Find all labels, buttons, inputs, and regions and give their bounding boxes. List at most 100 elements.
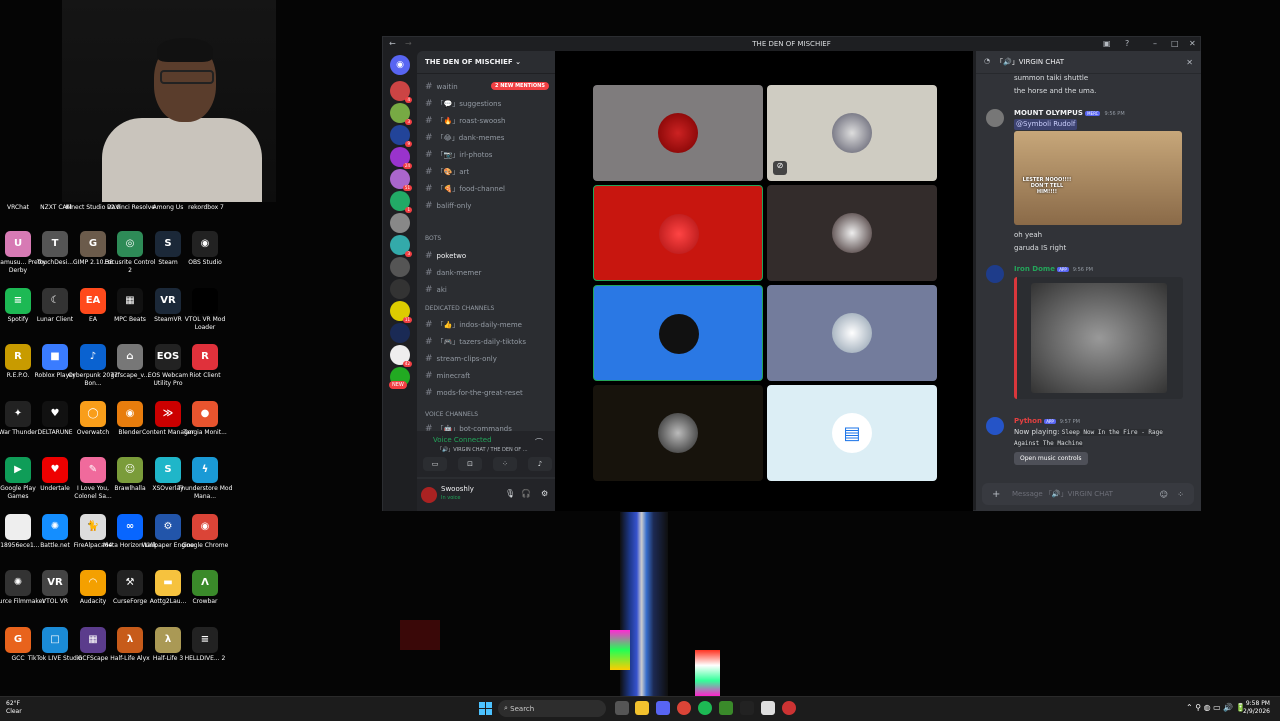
- discord-home-icon[interactable]: ◉: [390, 55, 410, 75]
- participant-tile[interactable]: [767, 285, 937, 381]
- channel-item[interactable]: # 「🍕」food-channel: [425, 184, 505, 194]
- channel-category[interactable]: DEDICATED CHANNELS: [425, 305, 494, 312]
- minimize-button[interactable]: –: [1153, 39, 1157, 48]
- desktop-icon[interactable]: ◉ Google Chrome: [177, 513, 233, 550]
- file-explorer-icon[interactable]: [635, 701, 649, 715]
- maximize-button[interactable]: □: [1171, 39, 1179, 48]
- channel-item[interactable]: # mods-for-the-great-reset: [425, 388, 523, 398]
- desktop-icon[interactable]: Λ Crowbar: [177, 570, 233, 606]
- help-icon[interactable]: ?: [1125, 39, 1129, 48]
- app-taskbar-icon[interactable]: [782, 701, 796, 715]
- headphones-icon[interactable]: 🎧: [521, 489, 531, 498]
- inbox-icon[interactable]: ▣: [1103, 39, 1111, 48]
- desktop-icon-rekordbox[interactable]: rekordbox 7: [178, 204, 234, 212]
- channel-item[interactable]: # minecraft: [425, 371, 470, 381]
- hash-icon: #: [425, 251, 433, 261]
- channel-item[interactable]: # 「👍」indos-daily-meme: [425, 320, 522, 330]
- participant-tile[interactable]: ▤: [767, 385, 937, 481]
- activities-button[interactable]: ⁘: [493, 457, 517, 471]
- server-icon[interactable]: 42: [390, 345, 412, 367]
- start-button[interactable]: [479, 702, 492, 715]
- server-icon[interactable]: [390, 257, 410, 277]
- participant-tile[interactable]: [767, 185, 937, 281]
- server-icon[interactable]: 24: [390, 147, 412, 169]
- server-icon[interactable]: 3: [390, 235, 412, 257]
- app-icon: ◉: [192, 231, 218, 257]
- voice-location[interactable]: 「🔊」VIRGIN CHAT / THE DEN OF ...: [437, 446, 528, 453]
- channel-item[interactable]: # waitin: [425, 82, 458, 92]
- avatar[interactable]: [986, 265, 1004, 283]
- discord-taskbar-icon[interactable]: [656, 701, 670, 715]
- desktop-icon[interactable]: ● Tangia Monit...: [177, 400, 233, 437]
- app-icon: ●: [192, 400, 218, 427]
- desktop-icon[interactable]: ϟ Thunderstore Mod Mana...: [177, 457, 233, 501]
- message-text: the horse and the uma.: [1014, 87, 1097, 95]
- settings-gear-icon[interactable]: ⚙: [541, 489, 548, 498]
- chrome-taskbar-icon[interactable]: [677, 701, 691, 715]
- server-icon[interactable]: [390, 213, 410, 233]
- desktop-icon[interactable]: VTOL VR Mod Loader: [177, 287, 233, 332]
- channel-category[interactable]: Voice Channels: [425, 411, 478, 418]
- participant-tile[interactable]: [593, 85, 763, 181]
- channel-item[interactable]: # dank-memer: [425, 268, 481, 278]
- channel-item[interactable]: # 「🎮」tazers-daily-tiktoks: [425, 337, 526, 347]
- add-attachment-icon[interactable]: +: [992, 489, 1000, 500]
- channel-item[interactable]: # 「😂」dank-memes: [425, 133, 504, 143]
- soundboard-button[interactable]: ♪: [528, 457, 552, 471]
- embed-image[interactable]: [1031, 283, 1167, 393]
- server-icon[interactable]: 4: [390, 81, 412, 103]
- avatar[interactable]: [986, 109, 1004, 127]
- desktop-icon[interactable]: ◉ OBS Studio: [177, 231, 233, 267]
- participant-tile[interactable]: [593, 385, 763, 481]
- message-input[interactable]: + Message 「🔊」VIRGIN CHAT ☺ ⁘: [982, 483, 1194, 505]
- search-box[interactable]: ⌕ Search: [498, 700, 606, 717]
- task-view-icon[interactable]: [615, 701, 629, 715]
- system-tray[interactable]: ⌃ ⚲ ◍ ▭ 🔊 🔋: [1186, 703, 1246, 712]
- hash-icon: #: [425, 320, 433, 330]
- server-icon[interactable]: 3: [390, 103, 412, 125]
- channel-item[interactable]: # 「💬」suggestions: [425, 99, 501, 109]
- close-chat-icon[interactable]: ✕: [1186, 58, 1193, 67]
- server-icon[interactable]: [390, 323, 410, 343]
- disconnect-icon[interactable]: ⌒: [535, 437, 543, 448]
- channel-item[interactable]: # stream-clips-only: [425, 354, 497, 364]
- title-bar: ← → THE DEN OF MISCHIEF ▣ ? – □ ✕: [383, 37, 1200, 51]
- server-icon[interactable]: 1: [390, 191, 412, 213]
- server-header[interactable]: THE DEN OF MISCHIEF ⌄: [417, 51, 555, 74]
- channel-item[interactable]: # aki: [425, 285, 447, 295]
- channel-item[interactable]: # 「📷」irl-photos: [425, 150, 492, 160]
- server-icon[interactable]: 51: [390, 169, 412, 191]
- server-icon[interactable]: 9: [390, 125, 412, 147]
- app-taskbar-icon[interactable]: [761, 701, 775, 715]
- channel-item[interactable]: # 「🎨」art: [425, 167, 469, 177]
- avatar[interactable]: [986, 417, 1004, 435]
- camera-off-button[interactable]: ▭: [423, 457, 447, 471]
- channel-category[interactable]: Bots: [425, 235, 441, 242]
- microphone-icon[interactable]: 🎙: [505, 489, 515, 498]
- desktop-icon[interactable]: R Riot Client: [177, 344, 233, 380]
- channel-sidebar: THE DEN OF MISCHIEF ⌄ 2 NEW MENTIONS # wa…: [417, 51, 555, 511]
- open-music-controls-button[interactable]: Open music controls: [1014, 452, 1088, 465]
- channel-item[interactable]: # baliff-only: [425, 201, 471, 211]
- participant-tile-speaking[interactable]: [593, 185, 763, 281]
- user-mention[interactable]: @Symboli Rudolf: [1014, 119, 1078, 130]
- desktop-icon[interactable]: ≡ HELLDIVE... 2: [177, 626, 233, 663]
- spotify-taskbar-icon[interactable]: [698, 701, 712, 715]
- apps-icon[interactable]: ⁘: [1177, 490, 1184, 499]
- minecraft-taskbar-icon[interactable]: [719, 701, 733, 715]
- participant-tile-speaking[interactable]: [593, 285, 763, 381]
- new-mentions-pill[interactable]: 2 NEW MENTIONS: [491, 82, 549, 90]
- emoji-icon[interactable]: ☺: [1160, 490, 1168, 499]
- avatar[interactable]: [421, 487, 437, 503]
- channel-item[interactable]: # poketwo: [425, 251, 466, 261]
- participant-tile[interactable]: ⊘: [767, 85, 937, 181]
- meme-image[interactable]: LESTER NOOO!!!! DON'T TELL HIM!!!!: [1014, 131, 1182, 225]
- close-button[interactable]: ✕: [1189, 39, 1196, 48]
- app-taskbar-icon[interactable]: [740, 701, 754, 715]
- server-icon[interactable]: [390, 279, 410, 299]
- screen-share-button[interactable]: ⊡: [458, 457, 482, 471]
- clock[interactable]: 9:58 PM 2/9/2026: [1243, 700, 1270, 716]
- weather-widget[interactable]: 62°F Clear: [6, 700, 22, 716]
- server-icon[interactable]: 11: [390, 301, 412, 323]
- channel-item[interactable]: # 「🔥」roast-swoosh: [425, 116, 506, 126]
